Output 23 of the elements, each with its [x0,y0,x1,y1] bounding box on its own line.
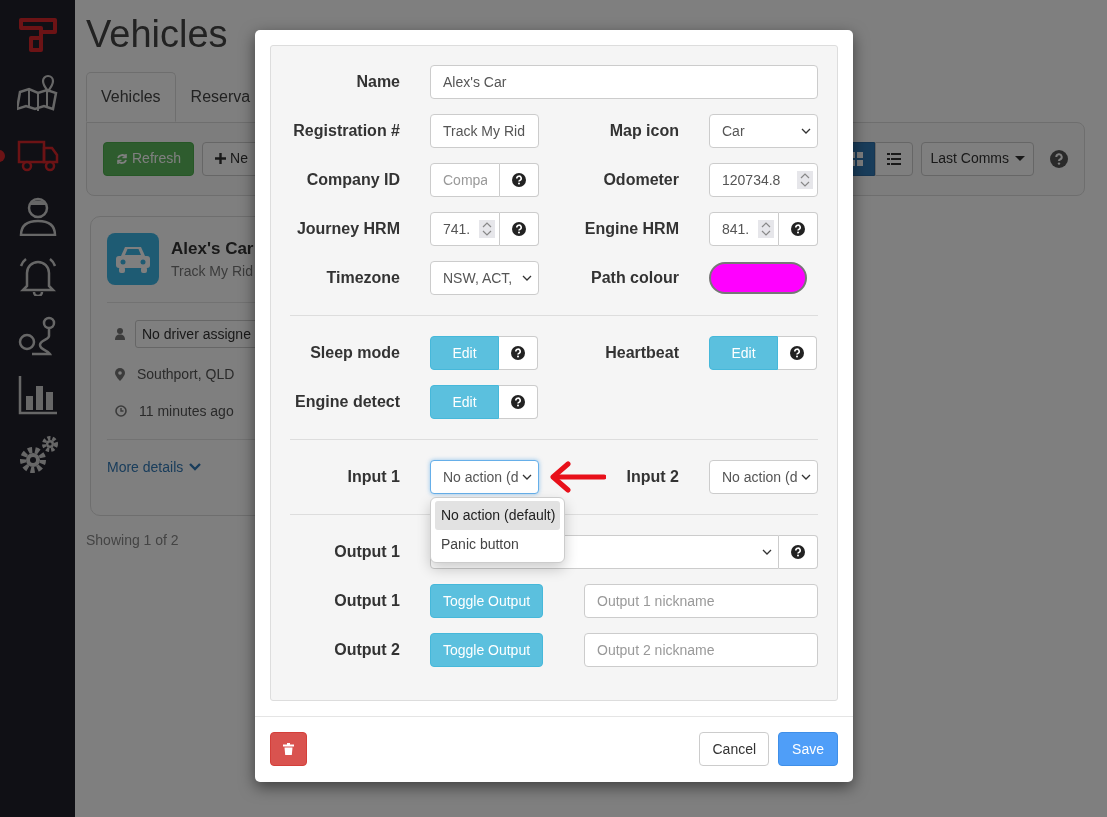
field-label: Input 1 [347,467,400,487]
field-label: Output 2 [334,640,400,660]
vehicle-name: Alex's Car [171,237,254,260]
location-text: Southport, QLD [137,364,235,384]
field-label: Heartbeat [605,343,679,363]
results-count: Showing 1 of 2 [86,530,179,550]
field-label: Path colour [591,268,679,288]
field-label: Input 2 [626,467,679,487]
vehicle-subtitle: Track My Rid [171,262,254,282]
field-label: Output 1 [334,591,400,611]
last-seen-text: 11 minutes ago [139,401,234,421]
field-label: Timezone [326,268,400,288]
field-label: Sleep mode [310,343,400,363]
field-label: Registration # [293,121,400,141]
field-label: Journey HRM [296,219,400,239]
field-label: Engine HRM [584,219,679,239]
field-label: Name [356,72,400,92]
field-label: Map icon [609,121,679,141]
field-label: Engine detect [295,392,400,412]
field-label: Output 1 [334,542,400,562]
page-title: Vehicles [86,14,229,56]
field-label: Odometer [603,170,679,190]
field-label: Company ID [306,170,400,190]
